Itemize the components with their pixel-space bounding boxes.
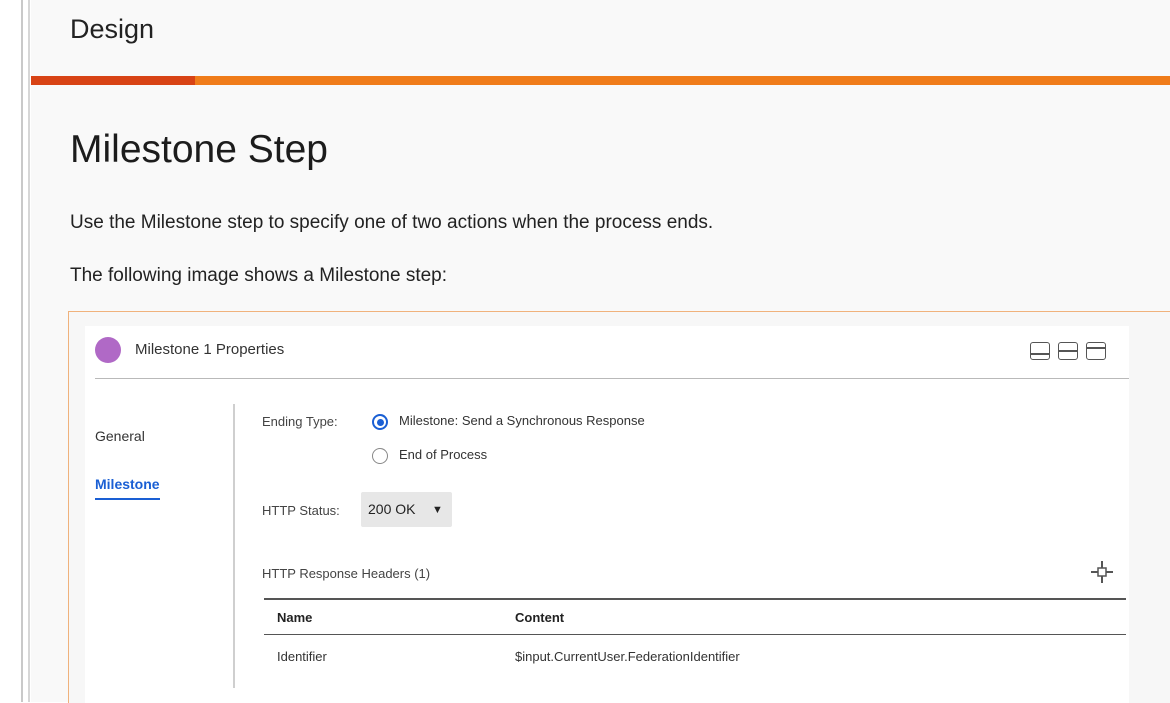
radio-milestone-response-label[interactable]: Milestone: Send a Synchronous Response [399,413,645,428]
panel-tabs: General Milestone [95,378,225,703]
tabs-divider [233,404,235,688]
layout-split-icon[interactable] [1058,342,1078,360]
radio-end-of-process[interactable] [372,448,388,464]
layout-icons [1030,342,1114,364]
rail-divider [28,0,30,702]
properties-panel: Milestone 1 Properties General Milestone [85,326,1129,703]
table-row[interactable]: Identifier $input.CurrentUser.Federation… [264,635,1126,679]
panel-header: Milestone 1 Properties [95,326,1129,379]
tab-milestone[interactable]: Milestone [95,476,160,500]
page-title: Milestone Step [70,128,328,171]
http-status-label: HTTP Status: [262,503,340,518]
circle-icon [95,337,121,363]
http-status-select[interactable]: 200 OK ▼ [361,492,452,527]
radio-milestone-response[interactable] [372,414,388,430]
column-header-content: Content [515,610,565,625]
caret-down-icon: ▼ [432,504,443,516]
layout-bottom-icon[interactable] [1030,342,1050,360]
ending-type-label: Ending Type: [262,414,338,429]
left-rail [0,0,31,702]
figure-frame: Milestone 1 Properties General Milestone [68,311,1170,703]
accent-bar-highlight [31,76,195,85]
http-status-value: 200 OK [368,501,416,517]
response-headers-title: HTTP Response Headers (1) [262,566,431,581]
plus-icon[interactable] [1088,558,1116,586]
layout-top-icon[interactable] [1086,342,1106,360]
cell-name: Identifier [277,649,327,664]
figure-caption: The following image shows a Milestone st… [70,265,448,286]
radio-end-of-process-label[interactable]: End of Process [399,447,487,462]
cell-content: $input.CurrentUser.FederationIdentifier [515,649,740,664]
rail-divider [21,0,23,702]
tab-general[interactable]: General [95,428,145,444]
content-area: Design Milestone Step Use the Milestone … [31,0,1170,703]
accent-bar [31,76,1170,85]
panel-title: Milestone 1 Properties [135,341,285,358]
section-header: Design [31,0,1170,76]
column-header-name: Name [277,610,313,625]
section-title: Design [70,14,155,44]
table-header: Name Content [264,598,1126,635]
intro-paragraph: Use the Milestone step to specify one of… [70,212,714,233]
response-headers-table: Name Content Identifier $input.CurrentUs… [264,598,1126,679]
